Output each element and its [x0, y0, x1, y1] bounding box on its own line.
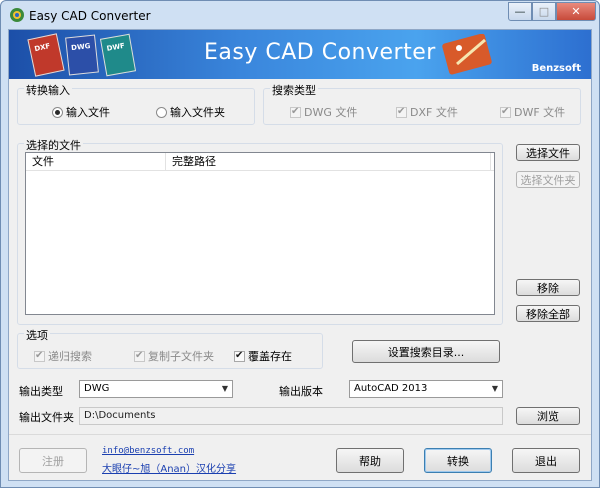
overwrite-existing-checkbox[interactable]: ✔ 覆盖存在	[234, 348, 292, 364]
dwf-file-icon: DWF	[99, 33, 137, 77]
remove-button[interactable]: 移除	[516, 279, 580, 296]
radio-indicator	[156, 106, 167, 118]
banner-title: Easy CAD Converter	[204, 40, 436, 65]
credit-link[interactable]: 大眼仔~旭（Anan）汉化分享	[102, 460, 236, 475]
search-type-group: 搜索类型 ✔ DWG 文件 ✔ DXF 文件 ✔ DWF 文件	[263, 82, 581, 125]
exit-button[interactable]: 退出	[512, 448, 580, 473]
radio-indicator	[52, 106, 63, 118]
column-header-file[interactable]: 文件	[26, 153, 166, 171]
app-logo-icon	[10, 8, 24, 22]
input-folder-radio[interactable]: 输入文件夹	[156, 104, 225, 120]
footer-divider	[9, 434, 591, 435]
output-version-label: 输出版本	[279, 385, 323, 398]
chevron-down-icon: ▼	[491, 384, 498, 393]
recursive-search-checkbox[interactable]: ✔ 递归搜索	[34, 348, 92, 364]
minimize-button[interactable]: —	[508, 2, 532, 21]
selected-files-group-label: 选择的文件	[24, 137, 83, 153]
close-button[interactable]: ✕	[556, 2, 596, 21]
dwg-file-icon: DWG	[65, 34, 99, 76]
dxf-file-checkbox[interactable]: ✔ DXF 文件	[396, 104, 458, 120]
brand-name: Benzsoft	[531, 63, 581, 74]
output-version-select[interactable]: AutoCAD 2013 ▼	[349, 380, 503, 398]
output-folder-label: 输出文件夹	[19, 411, 74, 424]
copy-subfolders-checkbox[interactable]: ✔ 复制子文件夹	[134, 348, 214, 364]
register-button[interactable]: 注册	[19, 448, 87, 473]
dxf-file-icon: DXF	[27, 33, 65, 77]
convert-button[interactable]: 转换	[424, 448, 492, 473]
output-folder-field[interactable]: D:\Documents	[79, 407, 503, 425]
input-type-group-label: 转换输入	[24, 82, 72, 98]
set-search-directory-button[interactable]: 设置搜索目录...	[352, 340, 500, 363]
file-list[interactable]: 文件 完整路径	[25, 152, 495, 315]
output-type-label: 输出类型	[19, 385, 63, 398]
chevron-down-icon: ▼	[221, 384, 228, 393]
remove-all-button[interactable]: 移除全部	[516, 305, 580, 322]
dwf-file-checkbox[interactable]: ✔ DWF 文件	[500, 104, 565, 120]
maximize-button[interactable]: □	[532, 2, 556, 21]
file-list-header: 文件 完整路径	[26, 153, 494, 171]
select-files-button[interactable]: 选择文件	[516, 144, 580, 161]
header-banner: DXF DWG DWF Easy CAD Converter Benzsoft	[9, 30, 591, 79]
app-window: Easy CAD Converter — □ ✕ DXF DWG DWF Eas…	[0, 0, 600, 488]
window-title: Easy CAD Converter	[29, 9, 151, 23]
select-folder-button[interactable]: 选择文件夹	[516, 171, 580, 188]
title-bar[interactable]: Easy CAD Converter — □ ✕	[1, 1, 599, 29]
options-group-label: 选项	[24, 327, 50, 343]
input-file-radio[interactable]: 输入文件	[52, 104, 110, 120]
search-type-group-label: 搜索类型	[270, 82, 318, 98]
email-link[interactable]: info@benzsoft.com	[102, 446, 194, 456]
options-group: 选项 ✔ 递归搜索 ✔ 复制子文件夹 ✔ 覆盖存在	[17, 327, 323, 369]
dwg-file-checkbox[interactable]: ✔ DWG 文件	[290, 104, 357, 120]
output-type-select[interactable]: DWG ▼	[79, 380, 233, 398]
input-type-group: 转换输入 输入文件 输入文件夹	[17, 82, 255, 125]
browse-button[interactable]: 浏览	[516, 407, 580, 425]
brand-logo-icon	[442, 34, 492, 75]
column-header-full-path[interactable]: 完整路径	[166, 153, 491, 171]
help-button[interactable]: 帮助	[336, 448, 404, 473]
client-area: DXF DWG DWF Easy CAD Converter Benzsoft …	[8, 29, 592, 481]
